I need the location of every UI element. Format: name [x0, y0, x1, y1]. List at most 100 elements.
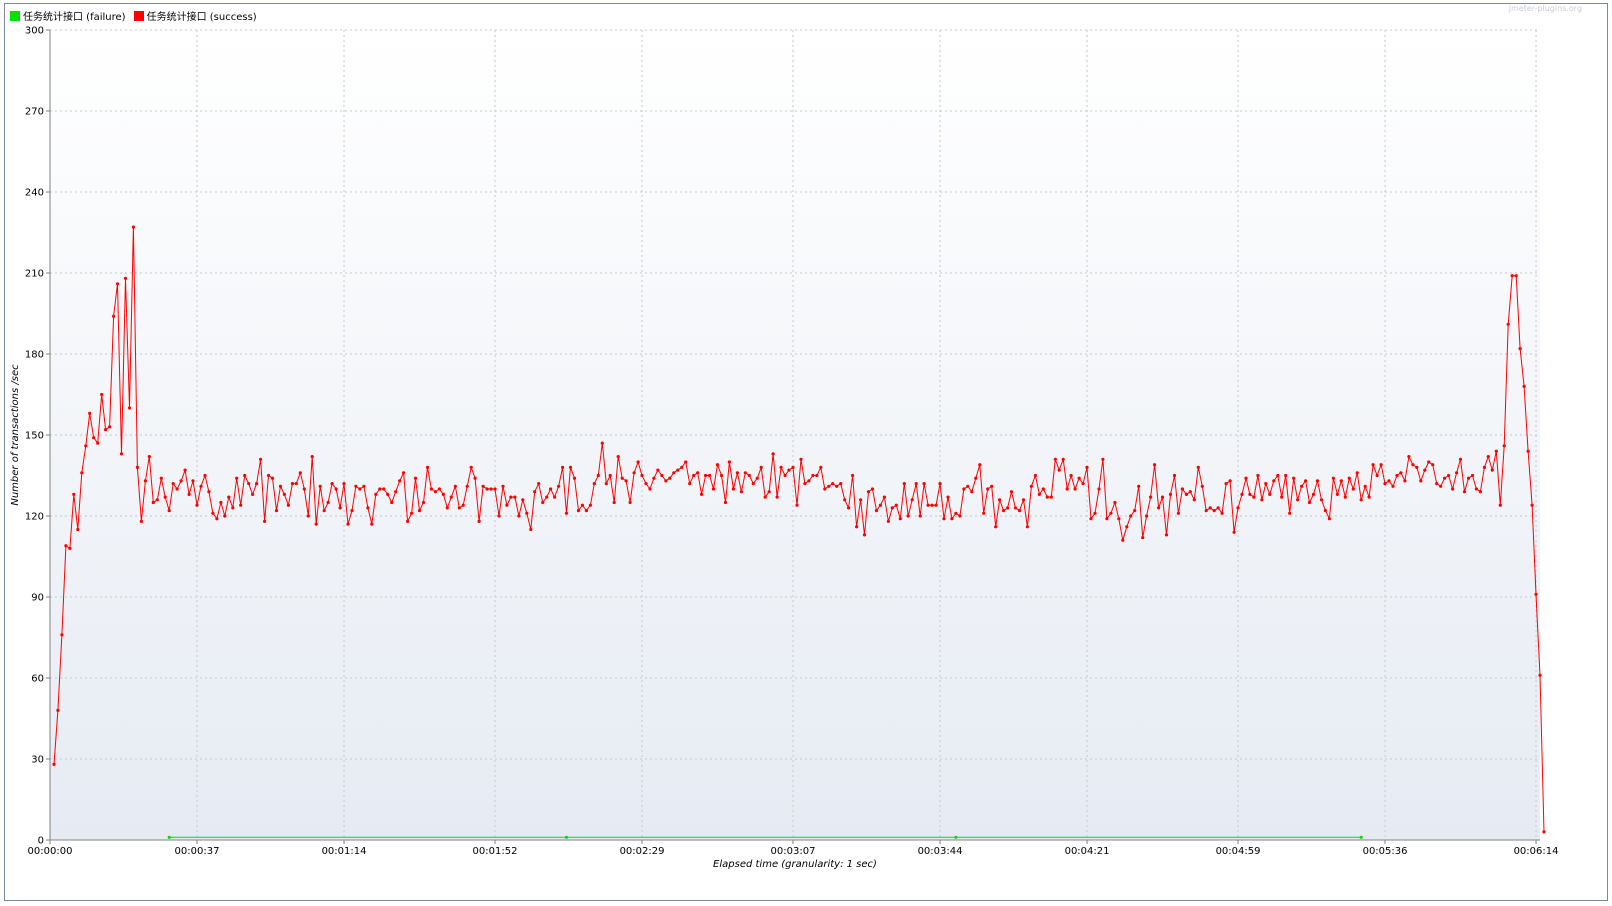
data-point [1411, 463, 1415, 467]
data-point [1200, 484, 1204, 488]
data-point [1204, 509, 1208, 513]
data-point [568, 465, 573, 469]
data-point [1280, 495, 1284, 499]
data-point [564, 511, 569, 515]
data-point [1176, 511, 1180, 515]
data-point [1502, 444, 1506, 448]
data-point [159, 476, 163, 480]
data-point [1486, 455, 1490, 459]
data-point [402, 471, 406, 475]
data-point [163, 495, 167, 499]
data-point [203, 473, 207, 478]
data-point [1327, 517, 1331, 521]
data-point [910, 498, 914, 502]
data-point [119, 452, 124, 456]
data-point [251, 492, 255, 496]
data-point [886, 519, 891, 524]
data-point [215, 517, 219, 521]
data-point [747, 473, 751, 478]
data-point [660, 473, 664, 478]
data-point [175, 487, 179, 491]
data-point [1017, 509, 1022, 513]
data-point [1168, 492, 1173, 496]
data-point [1196, 465, 1200, 469]
data-point [680, 465, 684, 469]
data-point [505, 503, 509, 507]
data-point [580, 503, 585, 507]
data-point [1061, 457, 1065, 461]
data-point [1248, 492, 1252, 496]
data-point [437, 487, 441, 491]
data-point [469, 465, 473, 469]
data-point [199, 484, 203, 488]
data-point [227, 495, 231, 499]
data-point [247, 482, 251, 486]
data-point [767, 490, 771, 494]
data-point [966, 484, 970, 488]
data-point [485, 487, 489, 491]
data-point [497, 514, 501, 518]
data-point [632, 471, 636, 475]
data-point [1033, 473, 1037, 478]
data-point [541, 500, 545, 505]
data-point [942, 517, 946, 521]
data-point [600, 441, 604, 445]
data-point [52, 762, 56, 767]
data-point [1172, 473, 1177, 478]
data-point [1089, 517, 1093, 521]
x-tick-label: 00:03:07 [771, 846, 816, 857]
data-point [68, 546, 72, 551]
data-point [350, 509, 354, 513]
data-point [990, 484, 994, 488]
data-point [191, 479, 195, 483]
data-point [755, 476, 759, 480]
data-point [656, 468, 660, 472]
data-point [962, 487, 966, 491]
data-point [950, 517, 954, 521]
data-point [537, 482, 541, 486]
y-tick-label: 270 [25, 107, 44, 118]
data-point [998, 498, 1002, 502]
data-point [759, 465, 763, 469]
data-point [1284, 473, 1288, 478]
data-point [894, 503, 898, 507]
data-point [139, 519, 143, 524]
x-tick-label: 00:00:00 [28, 846, 73, 857]
data-point [529, 527, 533, 532]
data-point [394, 490, 398, 494]
y-tick-label: 60 [31, 674, 44, 685]
data-point [131, 225, 135, 229]
data-point [862, 533, 867, 537]
data-point [1383, 482, 1387, 486]
data-point [684, 460, 688, 464]
data-point [115, 282, 120, 286]
chart-frame: 任务统计接口 (failure) 任务统计接口 (success) jmeter… [0, 0, 1612, 906]
data-point [1085, 465, 1089, 469]
data-point [1288, 511, 1292, 515]
data-point [557, 484, 561, 488]
data-point [922, 482, 926, 486]
data-point [1482, 465, 1486, 469]
data-point [843, 498, 847, 502]
data-point [1268, 492, 1272, 496]
data-point [652, 476, 656, 480]
data-point [1212, 509, 1216, 513]
data-point [1304, 479, 1308, 483]
data-point [902, 482, 906, 486]
data-point [807, 479, 811, 483]
data-point [1216, 506, 1220, 510]
data-point [954, 511, 958, 515]
x-tick-label: 00:02:29 [620, 846, 665, 857]
data-point [342, 482, 346, 486]
data-point [847, 506, 851, 510]
data-point [978, 463, 982, 467]
data-point [715, 463, 720, 467]
data-point [406, 519, 410, 524]
data-point [521, 498, 525, 502]
data-point [672, 471, 676, 475]
x-tick-label: 00:01:52 [473, 846, 518, 857]
data-point [255, 482, 259, 486]
data-point [1129, 514, 1133, 518]
data-point [704, 473, 708, 478]
data-point [958, 514, 962, 518]
